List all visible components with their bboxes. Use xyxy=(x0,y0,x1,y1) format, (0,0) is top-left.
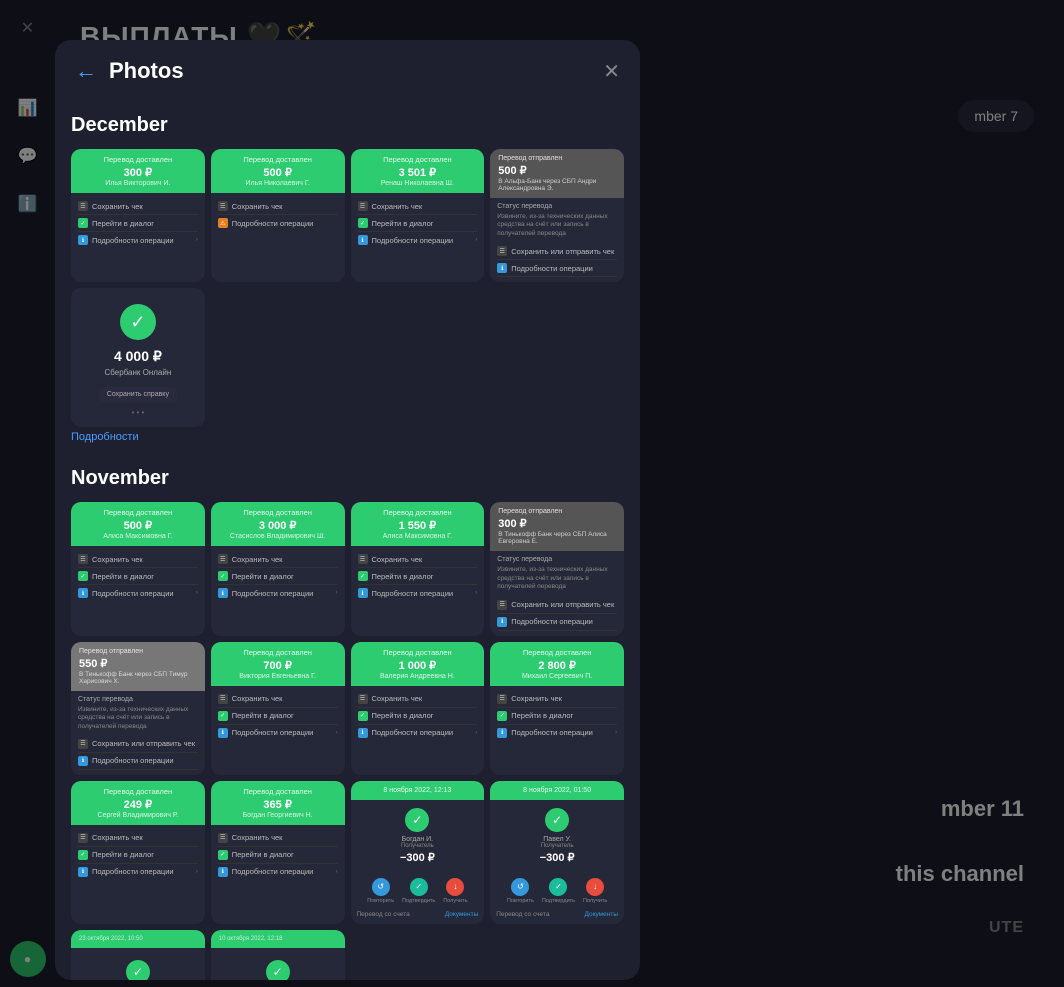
december-grid: Перевод доставлен 300 ₽ Илья Викторович … xyxy=(71,149,624,282)
detail-link[interactable]: Подробности xyxy=(71,431,139,443)
sber-amount: 4 000 ₽ xyxy=(114,348,162,365)
sber-card[interactable]: ✓ 4 000 ₽ Сбербанк Онлайн Сохранить спра… xyxy=(71,288,205,427)
nov-card-9[interactable]: Перевод доставлен 249 ₽ Сергей Владимиро… xyxy=(71,781,205,924)
oct-check-icon-1: ✓ xyxy=(126,960,150,980)
sber-save-btn[interactable]: Сохранить справку xyxy=(99,387,177,402)
section-november: November xyxy=(71,467,624,490)
nov-mini-1[interactable]: 8 ноября 2022, 12:13 ✓ Богдан И. Получат… xyxy=(351,781,485,924)
mini-check-icon-2: ✓ xyxy=(545,808,569,832)
mini-check-icon-1: ✓ xyxy=(405,808,429,832)
oct-check-icon-2: ✓ xyxy=(266,960,290,980)
action-icon-teal-2[interactable]: ✓ xyxy=(549,878,567,896)
modal-close-button[interactable]: ✕ xyxy=(603,59,620,84)
sber-bank: Сбербанк Онлайн xyxy=(104,368,171,377)
sber-check-icon: ✓ xyxy=(120,304,156,340)
oct-card-2[interactable]: 10 октября 2022, 12:18 ✓ xyxy=(211,930,345,980)
nov-card-6[interactable]: Перевод доставлен 700 ₽ Виктория Евгенье… xyxy=(211,642,345,775)
november-grid-3: Перевод доставлен 249 ₽ Сергей Владимиро… xyxy=(71,781,624,924)
dec-card-4[interactable]: Перевод отправлен 500 ₽ В Альфа-Банк чер… xyxy=(490,149,624,282)
modal-title: Photos xyxy=(109,58,603,84)
modal-back-button[interactable]: ← xyxy=(75,58,97,84)
nov-card-8[interactable]: Перевод доставлен 2 800 ₽ Михаил Сергеев… xyxy=(490,642,624,775)
dec-card-1[interactable]: Перевод доставлен 300 ₽ Илья Викторович … xyxy=(71,149,205,282)
dec-card-3[interactable]: Перевод доставлен 3 501 ₽ Ренаш Николаев… xyxy=(351,149,485,282)
oct-card-1[interactable]: 23 октября 2022, 10:50 ✓ xyxy=(71,930,205,980)
nov-card-4[interactable]: Перевод отправлен 300 ₽ В Тинькофф Банк … xyxy=(490,502,624,635)
section-december: December xyxy=(71,114,624,137)
october-grid: 23 октября 2022, 10:50 ✓ 10 октября 2022… xyxy=(71,930,624,980)
nov-mini-2[interactable]: 8 ноября 2022, 01:50 ✓ Павел У. Получате… xyxy=(490,781,624,924)
nov-card-5[interactable]: Перевод отправлен 550 ₽ В Тинькофф Банк … xyxy=(71,642,205,775)
sber-row: ✓ 4 000 ₽ Сбербанк Онлайн Сохранить спра… xyxy=(71,288,624,427)
nov-card-7[interactable]: Перевод доставлен 1 000 ₽ Валерия Андрее… xyxy=(351,642,485,775)
november-grid-1: Перевод доставлен 500 ₽ Алиса Максимовна… xyxy=(71,502,624,635)
nov-card-2[interactable]: Перевод доставлен 3 000 ₽ Стасислов Влад… xyxy=(211,502,345,635)
dec-card-2[interactable]: Перевод доставлен 500 ₽ Илья Николаевич … xyxy=(211,149,345,282)
sber-dots: • • • xyxy=(131,408,144,417)
action-icon-red-2[interactable]: ↓ xyxy=(586,878,604,896)
action-icon-blue-2[interactable]: ↺ xyxy=(511,878,529,896)
nov-card-10[interactable]: Перевод доставлен 365 ₽ Богдан Георгиеви… xyxy=(211,781,345,924)
nov-card-3[interactable]: Перевод доставлен 1 550 ₽ Алиса Максимов… xyxy=(351,502,485,635)
action-icon-red-1[interactable]: ↓ xyxy=(446,878,464,896)
nov-card-1[interactable]: Перевод доставлен 500 ₽ Алиса Максимовна… xyxy=(71,502,205,635)
november-grid-2: Перевод отправлен 550 ₽ В Тинькофф Банк … xyxy=(71,642,624,775)
modal: ← Photos ✕ December Перевод доставлен 30… xyxy=(55,40,640,980)
modal-body[interactable]: December Перевод доставлен 300 ₽ Илья Ви… xyxy=(55,102,640,980)
modal-header: ← Photos ✕ xyxy=(55,40,640,102)
action-icon-blue-1[interactable]: ↺ xyxy=(372,878,390,896)
action-icon-teal-1[interactable]: ✓ xyxy=(410,878,428,896)
